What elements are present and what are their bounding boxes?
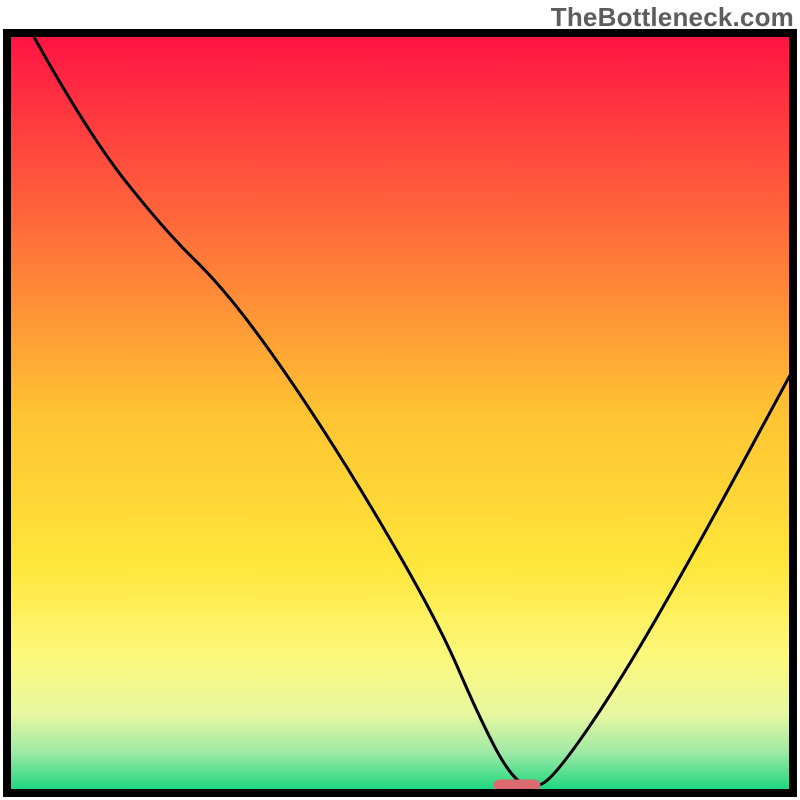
watermark-label: TheBottleneck.com — [551, 2, 794, 33]
bottleneck-chart: TheBottleneck.com — [0, 0, 800, 800]
gradient-background — [10, 36, 790, 790]
chart-canvas — [0, 0, 800, 800]
